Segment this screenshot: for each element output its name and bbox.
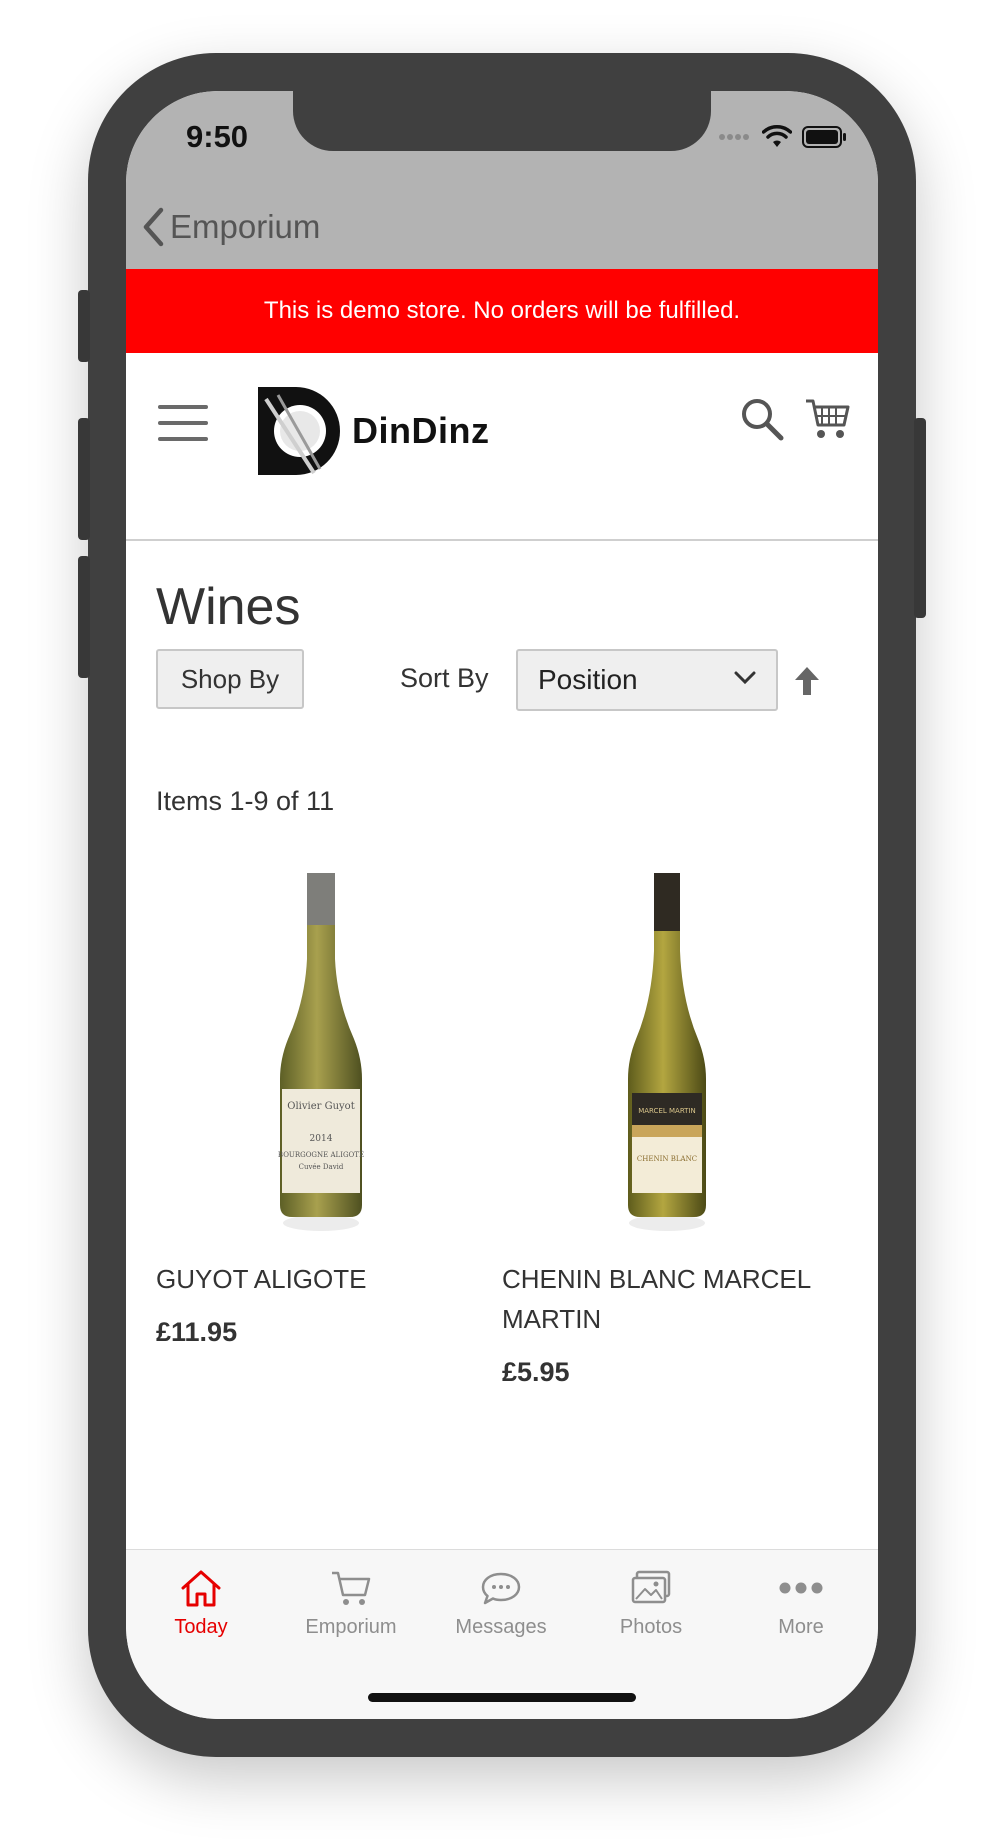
sort-direction-arrow-icon[interactable] <box>794 666 820 696</box>
tab-label: More <box>778 1616 824 1638</box>
side-button-power <box>914 418 926 618</box>
items-count: Items 1-9 of 11 <box>156 786 335 816</box>
side-button-silent <box>78 290 90 362</box>
photos-icon <box>631 1570 671 1604</box>
wine-bottle-image: MARCEL MARTIN CHENIN BLANC <box>628 873 706 1231</box>
status-icons <box>718 125 848 149</box>
svg-text:Cuvée David: Cuvée David <box>299 1163 344 1171</box>
tab-messages[interactable]: Messages <box>426 1568 576 1639</box>
signal-icon <box>719 134 749 140</box>
tab-emporium[interactable]: Emporium <box>276 1568 426 1639</box>
cart-icon <box>332 1571 371 1605</box>
chat-icon <box>481 1572 521 1605</box>
phone-screen: 9:50 Emporium This is demo store. No ord… <box>126 91 878 1719</box>
back-label: Emporium <box>170 208 321 245</box>
svg-text:CHENIN BLANC: CHENIN BLANC <box>637 1155 697 1163</box>
product-image[interactable]: Olivier Guyot 2014 BOURGOGNE ALIGOTÉ Cuv… <box>156 871 486 1241</box>
tab-more[interactable]: More <box>726 1568 876 1639</box>
home-icon <box>181 1570 221 1607</box>
svg-text:Olivier Guyot: Olivier Guyot <box>287 1101 354 1112</box>
svg-text:MARCEL MARTIN: MARCEL MARTIN <box>638 1107 696 1115</box>
wifi-icon <box>762 125 792 147</box>
product-name[interactable]: CHENIN BLANC MARCEL MARTIN <box>502 1259 832 1339</box>
menu-icon[interactable] <box>158 403 208 443</box>
status-time: 9:50 <box>186 119 249 154</box>
search-icon[interactable] <box>740 397 784 441</box>
product-image[interactable]: MARCEL MARTIN CHENIN BLANC <box>502 871 832 1241</box>
tab-label: Today <box>174 1616 228 1638</box>
home-indicator[interactable] <box>368 1693 636 1702</box>
side-button-volume-up <box>78 418 90 540</box>
wine-bottle-image: Olivier Guyot 2014 BOURGOGNE ALIGOTÉ Cuv… <box>278 873 364 1231</box>
cart-icon[interactable] <box>804 397 850 441</box>
logo-text: DinDinz <box>352 410 490 451</box>
product-card[interactable]: MARCEL MARTIN CHENIN BLANC CHENIN BLANC … <box>502 871 832 1388</box>
tab-label: Emporium <box>305 1616 397 1638</box>
product-card[interactable]: Olivier Guyot 2014 BOURGOGNE ALIGOTÉ Cuv… <box>156 871 486 1348</box>
shop-by-button[interactable]: Shop By <box>156 649 304 709</box>
store-header: DinDinz <box>126 353 878 541</box>
svg-text:2014: 2014 <box>310 1134 333 1144</box>
back-button[interactable]: Emporium <box>142 199 320 255</box>
notch <box>293 91 711 151</box>
product-price: £11.95 <box>156 1317 238 1347</box>
sort-by-select[interactable]: Position <box>516 649 778 711</box>
chevron-left-icon <box>143 207 164 247</box>
tab-photos[interactable]: Photos <box>576 1568 726 1639</box>
svg-text:BOURGOGNE ALIGOTÉ: BOURGOGNE ALIGOTÉ <box>278 1150 364 1159</box>
tab-label: Messages <box>455 1616 547 1638</box>
product-name[interactable]: GUYOT ALIGOTE <box>156 1259 486 1299</box>
battery-icon <box>802 126 846 148</box>
product-price: £5.95 <box>502 1357 570 1387</box>
sort-by-label: Sort By <box>400 663 489 693</box>
chevron-down-icon <box>734 671 756 685</box>
page-title: Wines <box>156 578 301 636</box>
sort-by-value: Position <box>538 664 638 695</box>
side-button-volume-down <box>78 556 90 678</box>
tab-label: Photos <box>619 1616 683 1638</box>
tab-today[interactable]: Today <box>126 1568 276 1639</box>
logo-mark-icon <box>258 387 340 475</box>
demo-store-banner: This is demo store. No orders will be fu… <box>126 269 878 353</box>
more-icon <box>779 1582 823 1594</box>
store-logo[interactable]: DinDinz <box>256 385 489 477</box>
